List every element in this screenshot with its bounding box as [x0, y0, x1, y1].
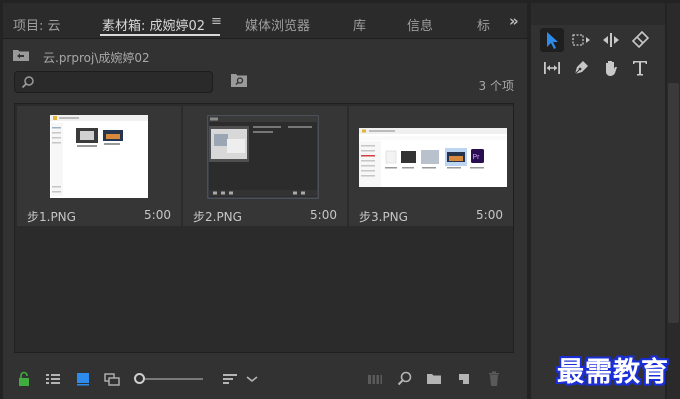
hand-icon	[606, 61, 617, 76]
new-search-bin-icon[interactable]	[231, 73, 247, 87]
scrollbar-thumb[interactable]	[668, 83, 679, 323]
bin-path: 云.prproj\成婉婷02	[43, 51, 150, 65]
search-input[interactable]	[14, 71, 213, 93]
tab-libraries[interactable]: 库	[353, 15, 366, 34]
selection-tool[interactable]	[540, 28, 564, 52]
item-name: 步1.PNG	[27, 210, 76, 224]
chevron-down-icon[interactable]	[243, 370, 261, 388]
thumbnail-image	[207, 115, 319, 199]
watermark-logo: 最需教育	[557, 357, 669, 388]
razor-icon	[631, 31, 649, 49]
razor-tool[interactable]	[628, 28, 652, 52]
zoom-slider-track[interactable]	[141, 378, 203, 380]
active-tab-underline	[100, 34, 220, 36]
new-item-icon[interactable]	[455, 370, 473, 388]
list-item[interactable]: 步1.PNG 5:00	[17, 106, 181, 226]
zoom-slider-handle[interactable]	[134, 373, 145, 384]
find-icon[interactable]	[396, 370, 414, 388]
list-item[interactable]: 步2.PNG 5:00	[183, 106, 347, 226]
item-duration: 5:00	[144, 208, 171, 222]
freeform-view-icon[interactable]	[103, 370, 121, 388]
ripple-edit-icon	[603, 33, 619, 47]
selection-tool-icon	[547, 32, 558, 49]
search-icon	[21, 76, 34, 89]
pen-icon	[574, 61, 588, 75]
type-tool[interactable]	[628, 56, 652, 80]
new-bin-icon[interactable]	[425, 370, 443, 388]
app-frame: 项目: 云 素材箱: 成婉婷02 ≡ 媒体浏览器 库 信息 标 » 云.prpr…	[0, 0, 680, 399]
tab-media-browser[interactable]: 媒体浏览器	[245, 15, 310, 34]
slip-tool[interactable]	[540, 56, 564, 80]
ripple-edit-tool[interactable]	[599, 28, 623, 52]
tab-overflow-icon[interactable]: »	[509, 12, 519, 30]
svg-text:Pr: Pr	[473, 154, 481, 161]
project-panel: 项目: 云 素材箱: 成婉婷02 ≡ 媒体浏览器 库 信息 标 » 云.prpr…	[3, 3, 527, 399]
icon-view-grid: 步1.PNG 5:00 步2.PNG 5:00 Pr 步3.PNG 5:00	[14, 103, 514, 353]
icon-view-icon[interactable]	[74, 370, 92, 388]
item-name: 步3.PNG	[359, 210, 408, 224]
pen-tool[interactable]	[569, 56, 593, 80]
panel-bottom-toolbar	[3, 365, 527, 395]
trash-icon[interactable]	[485, 370, 503, 388]
hand-tool[interactable]	[599, 56, 623, 80]
lock-icon[interactable]	[15, 370, 33, 388]
type-icon	[633, 61, 647, 76]
thumbnail-image: Pr	[359, 128, 507, 187]
tools-panel-header	[531, 3, 665, 25]
track-select-icon	[572, 34, 590, 46]
item-name: 步2.PNG	[193, 210, 242, 224]
panel-menu-icon[interactable]: ≡	[211, 14, 222, 29]
tab-info[interactable]: 信息	[407, 15, 433, 34]
tools-panel	[531, 3, 665, 399]
item-duration: 5:00	[310, 208, 337, 222]
item-count: 3 个项	[478, 79, 514, 93]
thumbnail-image	[50, 115, 148, 198]
tab-project[interactable]: 项目: 云	[13, 15, 61, 34]
tab-markers[interactable]: 标	[477, 15, 490, 34]
automate-to-sequence-icon[interactable]	[366, 370, 384, 388]
tab-bin[interactable]: 素材箱: 成婉婷02	[102, 15, 205, 34]
list-view-icon[interactable]	[44, 370, 62, 388]
item-duration: 5:00	[476, 208, 503, 222]
track-select-tool[interactable]	[569, 28, 593, 52]
scrollbar[interactable]	[667, 3, 680, 399]
navigate-up-folder-icon[interactable]	[13, 49, 29, 61]
tab-bar: 项目: 云 素材箱: 成婉婷02 ≡ 媒体浏览器 库 信息 标 »	[3, 3, 527, 39]
slip-icon	[544, 62, 560, 74]
list-item[interactable]: Pr 步3.PNG 5:00	[349, 106, 513, 226]
sort-icon[interactable]	[221, 370, 239, 388]
